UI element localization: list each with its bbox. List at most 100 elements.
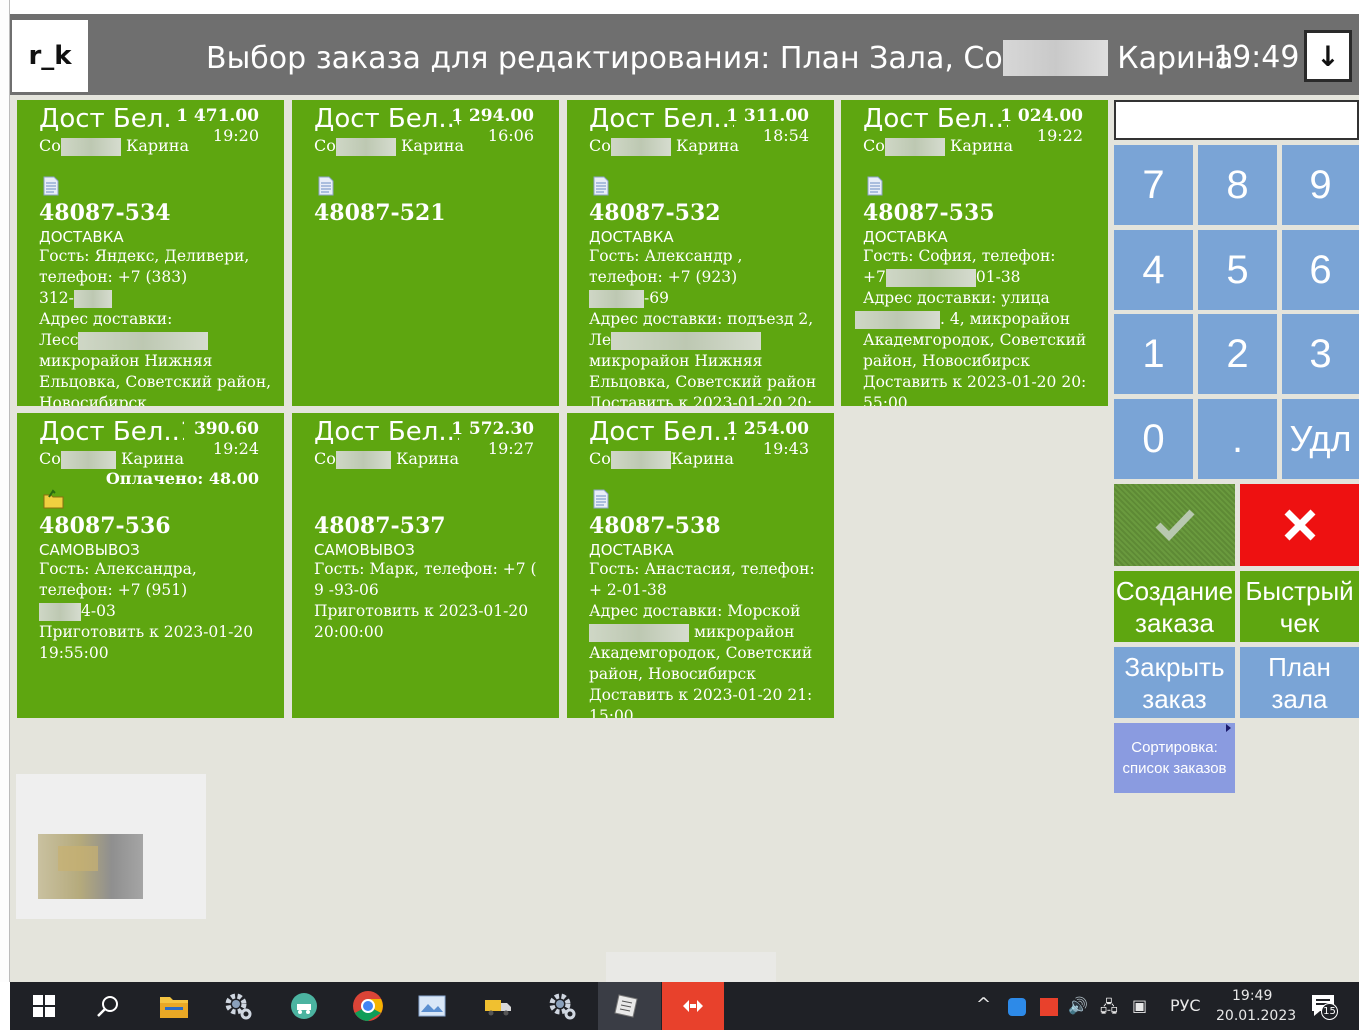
detail-text: -69 xyxy=(644,289,669,307)
start-icon[interactable] xyxy=(28,990,60,1022)
app-window: r_k Выбор заказа для редактирования: Пла… xyxy=(10,14,1359,982)
taskbar-time[interactable]: 19:49 xyxy=(1232,988,1272,1004)
header-clock: 19:49 xyxy=(1213,40,1300,75)
key-8[interactable]: 8 xyxy=(1198,145,1277,225)
key-3[interactable]: 3 xyxy=(1282,314,1359,394)
order-card[interactable]: Дост Бел..2 1 254.00 19:43 Со Карина 4808… xyxy=(567,413,834,718)
card-waiter: Со Карина xyxy=(589,136,739,156)
sorting-button[interactable]: Сортировка: список заказов xyxy=(1114,723,1235,793)
key-1[interactable]: 1 xyxy=(1114,314,1193,394)
order-type: ДОСТАВКА xyxy=(589,228,674,246)
key-2[interactable]: 2 xyxy=(1198,314,1277,394)
card-waiter: Со Карина xyxy=(863,136,1013,156)
waiter-prefix: Со xyxy=(589,449,611,468)
hall-plan-button[interactable]: План зала xyxy=(1240,647,1359,718)
detail-line: Новосибирск xyxy=(39,394,147,406)
key-4[interactable]: 4 xyxy=(1114,230,1193,310)
detail-text: +7 xyxy=(863,268,886,286)
detail-line: район, Новосибирск xyxy=(863,352,1030,370)
gear-icon[interactable] xyxy=(546,990,578,1022)
key-6[interactable]: 6 xyxy=(1282,230,1359,310)
detail-line: Приготовить к 2023-01-20 xyxy=(39,623,254,641)
redacted-area xyxy=(73,290,112,308)
waiter-prefix: Со xyxy=(863,136,885,155)
detail-line: . 4, микрорайон xyxy=(855,309,1103,330)
tray-expand-icon[interactable]: ^ xyxy=(976,994,991,1015)
card-time: 19:27 xyxy=(487,439,534,458)
detail-text: 312- xyxy=(39,289,74,307)
key-7[interactable]: 7 xyxy=(1114,145,1193,225)
image-viewer-icon[interactable] xyxy=(416,990,448,1022)
card-title: Дост Бел..2 xyxy=(589,417,734,447)
gear-icon[interactable] xyxy=(222,990,254,1022)
order-type: ДОСТАВКА xyxy=(863,228,948,246)
detail-line: Доставить к 2023-01-20 20: xyxy=(589,394,813,406)
detail-line: 19:55:00 xyxy=(39,644,109,662)
sorting-arrow-icon xyxy=(1226,724,1231,732)
key-5[interactable]: 5 xyxy=(1198,230,1277,310)
tray-app-icon[interactable] xyxy=(1008,998,1026,1016)
taskbar-date[interactable]: 20.01.2023 xyxy=(1216,1008,1296,1024)
card-title: Дост Бел. xyxy=(39,104,172,134)
key-delete[interactable]: Удл xyxy=(1282,399,1359,479)
file-explorer-icon[interactable] xyxy=(158,990,190,1022)
key-0[interactable]: 0 xyxy=(1114,399,1193,479)
redacted-area xyxy=(884,137,945,156)
order-card[interactable]: Дост Бел..1 390.60 19:24 Со Карина Оплач… xyxy=(17,413,284,718)
detail-line: 9 -93-06 xyxy=(314,581,379,599)
detail-line: Академгородок, Советский xyxy=(863,331,1087,349)
search-icon[interactable] xyxy=(92,990,124,1022)
order-details: САМОВЫВОЗ Гость: Александра, телефон: +7… xyxy=(39,541,279,664)
detail-line: район, Новосибирск xyxy=(589,665,756,683)
order-card[interactable]: Дост Бел. 1 471.00 19:20 Со Карина 48087… xyxy=(17,100,284,406)
detail-line: микрорайон xyxy=(589,622,829,643)
volume-icon[interactable]: 🔊 xyxy=(1068,996,1088,1015)
order-card[interactable]: Дост Бел..1 1 024.00 19:22 Со Карина 480… xyxy=(841,100,1108,406)
notification-count: 15 xyxy=(1321,1003,1338,1020)
detail-line: телефон: +7 (383) xyxy=(39,268,188,286)
notification-icon[interactable]: 15 xyxy=(1310,992,1338,1020)
taskbar-active-app[interactable] xyxy=(662,982,724,1030)
close-order-button[interactable]: Закрыть заказ xyxy=(1114,647,1235,718)
chrome-icon[interactable] xyxy=(352,990,384,1022)
order-number: 48087-534 xyxy=(39,200,171,226)
checkmark-icon xyxy=(1155,509,1195,542)
app-logo: r_k xyxy=(12,20,88,92)
detail-line: Академгородок, Советский xyxy=(589,644,813,662)
cancel-button[interactable] xyxy=(1240,484,1359,566)
redacted-area xyxy=(610,137,671,156)
confirm-button[interactable] xyxy=(1114,484,1235,566)
card-amount: 1 311.00 xyxy=(726,106,809,126)
cash-register-icon[interactable] xyxy=(612,990,644,1022)
tray-app-icon[interactable] xyxy=(1040,998,1058,1016)
redacted-area xyxy=(611,332,762,350)
quick-check-button[interactable]: Быстрый чек xyxy=(1240,571,1359,642)
paid-amount: Оплачено: 48.00 xyxy=(105,469,259,488)
card-amount: 390.60 xyxy=(193,419,259,439)
card-waiter: Со Карина xyxy=(314,136,464,156)
scroll-down-button[interactable]: ↓ xyxy=(1304,30,1352,82)
order-details: ДОСТАВКА Гость: Яндекс, Деливери, телефо… xyxy=(39,228,279,406)
create-order-button[interactable]: Создание заказа xyxy=(1114,571,1235,642)
document-icon xyxy=(593,176,609,196)
key-9[interactable]: 9 xyxy=(1282,145,1359,225)
remote-desktop-icon[interactable] xyxy=(288,990,320,1022)
numpad-display[interactable] xyxy=(1114,100,1359,140)
detail-line: микрорайон Нижняя xyxy=(589,352,763,370)
network-icon[interactable]: 🖧 xyxy=(1100,996,1118,1023)
order-card[interactable]: Дост Бел..1 1 572.30 19:27 Со Карина 480… xyxy=(292,413,559,718)
card-waiter: Со Карина xyxy=(39,449,184,469)
detail-line: Адрес доставки: подъезд 2, xyxy=(589,310,814,328)
detail-line: Адрес доставки: Морской xyxy=(589,602,801,620)
detail-text: Лесс xyxy=(39,331,79,349)
language-indicator[interactable]: РУС xyxy=(1170,996,1201,1015)
order-card[interactable]: Дост Бел..1 1 311.00 18:54 Со Карина 480… xyxy=(567,100,834,406)
device-icon[interactable]: ▣ xyxy=(1132,996,1147,1015)
card-time: 19:43 xyxy=(762,439,809,458)
key-decimal[interactable]: . xyxy=(1198,399,1277,479)
card-time: 19:24 xyxy=(212,439,259,458)
order-number: 48087-532 xyxy=(589,200,721,226)
bottom-blur-area xyxy=(606,952,776,982)
delivery-truck-icon[interactable] xyxy=(482,990,514,1022)
order-card[interactable]: Дост Бел..6 1 294.00 16:06 Со Карина 480… xyxy=(292,100,559,406)
